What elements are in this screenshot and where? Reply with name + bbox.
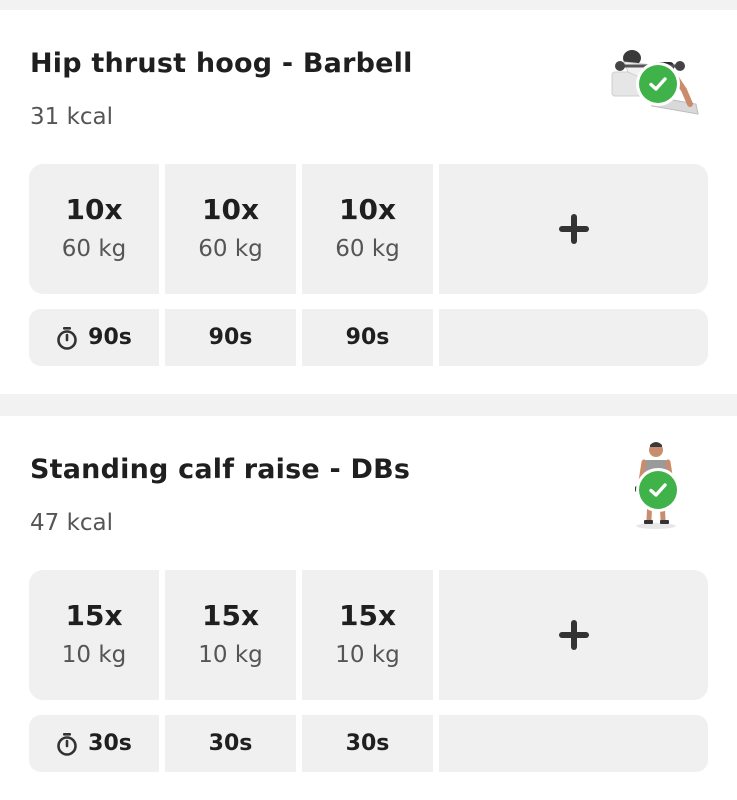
exercise-card: Standing calf raise - DBs 47 kcal 15x 10… bbox=[0, 416, 737, 800]
rest-cell[interactable]: 90s bbox=[165, 309, 296, 366]
set-cell[interactable]: 15x 10 kg bbox=[302, 570, 433, 700]
exercise-calories: 47 kcal bbox=[30, 510, 114, 536]
plus-icon bbox=[558, 620, 589, 650]
exercise-thumbnail[interactable] bbox=[610, 32, 702, 124]
rest-cell[interactable]: 30s bbox=[302, 715, 433, 772]
rest-time: 30s bbox=[345, 731, 390, 756]
set-reps: 10x bbox=[65, 193, 123, 226]
set-reps: 15x bbox=[338, 599, 397, 632]
set-reps: 10x bbox=[201, 193, 260, 226]
rest-cell-empty bbox=[439, 715, 708, 772]
set-weight: 10 kg bbox=[198, 642, 263, 668]
plus-icon bbox=[558, 214, 589, 244]
set-cell[interactable]: 15x 10 kg bbox=[165, 570, 296, 700]
rest-cell[interactable]: 30s bbox=[29, 715, 159, 772]
rest-time: 90s bbox=[345, 325, 390, 350]
timer-icon bbox=[57, 326, 77, 350]
rest-time: 90s bbox=[208, 325, 253, 350]
exercise-calories: 31 kcal bbox=[30, 104, 114, 130]
set-cell[interactable]: 15x 10 kg bbox=[29, 570, 159, 700]
set-weight: 10 kg bbox=[61, 642, 127, 668]
set-cell[interactable]: 10x 60 kg bbox=[302, 164, 433, 294]
set-weight: 60 kg bbox=[198, 236, 263, 262]
add-set-button[interactable] bbox=[439, 570, 708, 700]
rest-time: 30s bbox=[208, 731, 253, 756]
exercise-card: Hip thrust hoog - Barbell 31 kcal 10x 60… bbox=[0, 10, 737, 394]
timer-icon bbox=[57, 732, 77, 756]
rest-time: 90s bbox=[88, 325, 132, 350]
exercise-title[interactable]: Hip thrust hoog - Barbell bbox=[30, 48, 413, 79]
sets-row: 15x 10 kg 15x 10 kg 15x 10 kg bbox=[29, 570, 708, 700]
rest-time: 30s bbox=[88, 731, 132, 756]
sets-row: 10x 60 kg 10x 60 kg 10x 60 kg bbox=[29, 164, 708, 294]
rest-row: 30s 30s 30s bbox=[29, 715, 708, 772]
rest-cell[interactable]: 90s bbox=[302, 309, 433, 366]
set-reps: 15x bbox=[65, 599, 123, 632]
rest-row: 90s 90s 90s bbox=[29, 309, 708, 366]
exercise-thumbnail[interactable] bbox=[610, 438, 702, 530]
set-reps: 10x bbox=[338, 193, 397, 226]
exercise-title[interactable]: Standing calf raise - DBs bbox=[30, 454, 410, 485]
set-reps: 15x bbox=[201, 599, 260, 632]
rest-cell[interactable]: 30s bbox=[165, 715, 296, 772]
set-cell[interactable]: 10x 60 kg bbox=[29, 164, 159, 294]
set-weight: 10 kg bbox=[335, 642, 400, 668]
completed-check-icon bbox=[639, 471, 677, 509]
add-set-button[interactable] bbox=[439, 164, 708, 294]
rest-cell[interactable]: 90s bbox=[29, 309, 159, 366]
rest-cell-empty bbox=[439, 309, 708, 366]
set-weight: 60 kg bbox=[335, 236, 400, 262]
completed-check-icon bbox=[639, 65, 677, 103]
set-weight: 60 kg bbox=[61, 236, 127, 262]
set-cell[interactable]: 10x 60 kg bbox=[165, 164, 296, 294]
